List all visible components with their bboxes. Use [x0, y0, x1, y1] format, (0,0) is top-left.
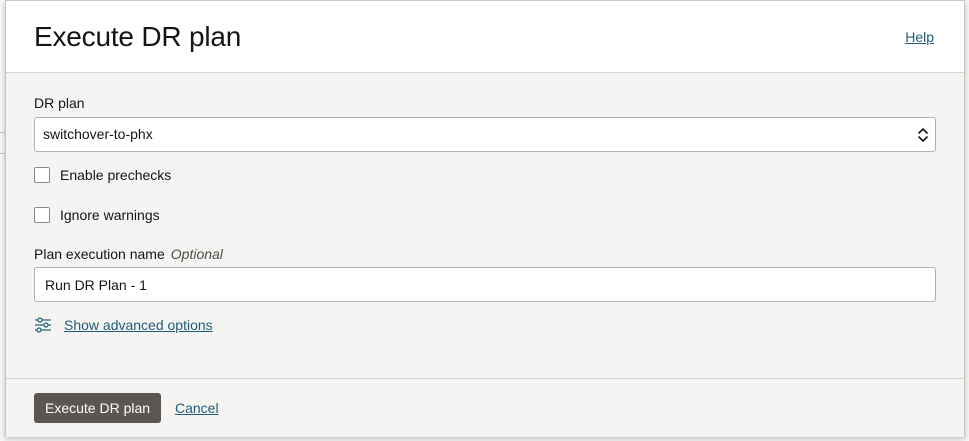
enable-prechecks-checkbox[interactable] [34, 167, 50, 183]
enable-prechecks-row[interactable]: Enable prechecks [34, 167, 171, 183]
enable-prechecks-label: Enable prechecks [60, 167, 172, 183]
dialog-footer: Execute DR plan Cancel [6, 378, 964, 437]
ignore-warnings-checkbox[interactable] [34, 207, 50, 223]
dialog-title: Execute DR plan [34, 21, 242, 52]
plan-execution-name-input[interactable] [34, 267, 936, 302]
dialog-header: Execute DR plan Help [6, 1, 964, 73]
plan-execution-name-label-text: Plan execution name [34, 246, 165, 262]
cancel-link[interactable]: Cancel [175, 400, 219, 416]
select-chevron-icon [918, 128, 928, 142]
show-advanced-options[interactable]: Show advanced options [34, 317, 213, 333]
ignore-warnings-row[interactable]: Ignore warnings [34, 207, 160, 223]
optional-hint: Optional [170, 246, 223, 262]
dialog-form: DR plan switchover-to-phx Enable prechec… [34, 95, 936, 333]
dr-plan-selected-value: switchover-to-phx [43, 126, 153, 142]
execute-dr-plan-button[interactable]: Execute DR plan [34, 393, 162, 423]
help-link[interactable]: Help [905, 29, 934, 45]
sliders-icon [35, 317, 51, 333]
execute-dr-plan-dialog: Execute DR plan Help DR plan switchover-… [5, 0, 965, 437]
ignore-warnings-label: Ignore warnings [60, 207, 160, 223]
dr-plan-label: DR plan [34, 95, 85, 111]
plan-execution-name-label: Plan execution name Optional [34, 246, 223, 262]
dr-plan-select[interactable]: switchover-to-phx [34, 117, 936, 152]
advanced-options-link[interactable]: Show advanced options [64, 317, 213, 333]
